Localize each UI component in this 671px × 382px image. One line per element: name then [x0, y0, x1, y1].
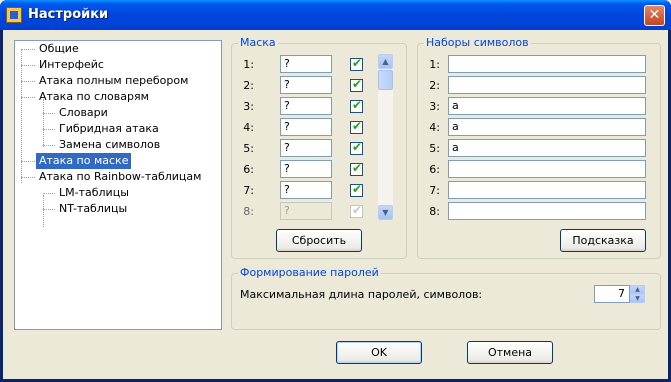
mask-row-num: 4:: [243, 121, 254, 134]
charset-row-num: 2:: [429, 79, 440, 92]
hint-button[interactable]: Подсказка: [560, 229, 646, 252]
check-icon: ✔: [352, 56, 363, 70]
tree-connector: [43, 195, 44, 227]
tree-connector: [43, 99, 44, 147]
charset-input-3[interactable]: a: [448, 97, 646, 115]
charset-input-5[interactable]: a: [448, 139, 646, 157]
tree-item-general[interactable]: Общие: [36, 41, 82, 57]
mask-checkbox-8: ✔: [350, 203, 363, 218]
max-length-input[interactable]: 7: [594, 285, 630, 303]
tree-connector: [21, 49, 22, 183]
tree-item-lm-tables[interactable]: LM-таблицы: [56, 185, 132, 201]
tree-item-rainbow-attack[interactable]: Атака по Rainbow-таблицам: [36, 169, 204, 185]
mask-row-num: 5:: [243, 142, 254, 155]
mask-input-6[interactable]: ?: [280, 160, 332, 178]
scroll-up-button[interactable]: ▲: [378, 54, 393, 69]
mask-checkbox-7[interactable]: ✔: [350, 182, 363, 197]
chevron-down-icon: ▼: [382, 208, 389, 217]
check-icon: ✔: [352, 182, 363, 196]
mask-row-num: 3:: [243, 100, 254, 113]
cancel-button[interactable]: Отмена: [467, 341, 553, 364]
mask-input-8: ?: [280, 202, 332, 220]
mask-input-2[interactable]: ?: [280, 76, 332, 94]
tree-item-nt-tables[interactable]: NT-таблицы: [56, 201, 130, 217]
tree-item-char-replace[interactable]: Замена символов: [56, 137, 163, 153]
charset-row-num: 5:: [429, 142, 440, 155]
reset-button[interactable]: Сбросить: [276, 229, 362, 252]
mask-checkbox-4[interactable]: ✔: [350, 119, 363, 134]
check-icon: ✔: [352, 203, 363, 217]
mask-checkbox-1[interactable]: ✔: [350, 56, 363, 71]
charsets-group: Наборы символов 1: 2: 3: a 4: a 5: a 6: …: [417, 36, 661, 259]
close-button[interactable]: ✕: [644, 5, 665, 26]
mask-input-7[interactable]: ?: [280, 181, 332, 199]
max-length-spinner[interactable]: ▲ ▼: [630, 285, 645, 303]
mask-scrollbar[interactable]: ▲ ▼: [378, 54, 393, 220]
charset-row-num: 6:: [429, 163, 440, 176]
check-icon: ✔: [352, 119, 363, 133]
mask-row-num: 7:: [243, 184, 254, 197]
scroll-thumb[interactable]: [378, 70, 393, 90]
charset-row-num: 7:: [429, 184, 440, 197]
close-icon: ✕: [648, 7, 661, 23]
charset-row-num: 4:: [429, 121, 440, 134]
mask-row-num: 6:: [243, 163, 254, 176]
ok-button[interactable]: OK: [336, 341, 422, 364]
mask-input-4[interactable]: ?: [280, 118, 332, 136]
chevron-up-icon: ▲: [382, 57, 389, 66]
dialog-body: Общие Интерфейс Атака полным перебором А…: [3, 30, 668, 379]
mask-row-num: 2:: [243, 79, 254, 92]
settings-tree[interactable]: Общие Интерфейс Атака полным перебором А…: [14, 40, 222, 330]
tree-item-dictionary-attack[interactable]: Атака по словарям: [36, 89, 152, 105]
tree-item-dictionaries[interactable]: Словари: [56, 105, 111, 121]
settings-window: Настройки ✕ Общие Интерфейс Атака полным…: [0, 0, 671, 382]
tree-item-interface[interactable]: Интерфейс: [36, 57, 107, 73]
tree-item-hybrid-attack[interactable]: Гибридная атака: [56, 121, 162, 137]
mask-checkbox-3[interactable]: ✔: [350, 98, 363, 113]
mask-input-3[interactable]: ?: [280, 97, 332, 115]
charset-input-6[interactable]: [448, 160, 646, 178]
mask-input-1[interactable]: ?: [280, 55, 332, 73]
max-length-label: Максимальная длина паролей, символов:: [240, 288, 483, 301]
mask-row-num: 8:: [243, 205, 254, 218]
charset-input-1[interactable]: [448, 55, 646, 73]
tree-item-mask-attack[interactable]: Атака по маске: [36, 153, 132, 169]
settings-app-icon: [6, 7, 22, 23]
mask-checkbox-5[interactable]: ✔: [350, 140, 363, 155]
mask-group-title: Маска: [238, 36, 278, 49]
scroll-down-button[interactable]: ▼: [378, 205, 393, 220]
spin-down-icon[interactable]: ▼: [630, 294, 645, 303]
charset-input-8[interactable]: [448, 202, 646, 220]
check-icon: ✔: [352, 77, 363, 91]
tree-item-brute-force[interactable]: Атака полным перебором: [36, 73, 191, 89]
charset-row-num: 3:: [429, 100, 440, 113]
charset-row-num: 1:: [429, 58, 440, 71]
charsets-group-title: Наборы символов: [424, 36, 531, 49]
mask-group: Маска 1: ? ✔ 2: ? ✔ 3: ? ✔ 4: ? ✔ 5: ? ✔…: [231, 36, 407, 259]
charset-input-4[interactable]: a: [448, 118, 646, 136]
charset-input-2[interactable]: [448, 76, 646, 94]
charset-row-num: 8:: [429, 205, 440, 218]
charset-input-7[interactable]: [448, 181, 646, 199]
check-icon: ✔: [352, 161, 363, 175]
check-icon: ✔: [352, 98, 363, 112]
password-formation-group: Формирование паролей Максимальная длина …: [231, 266, 661, 330]
mask-input-5[interactable]: ?: [280, 139, 332, 157]
mask-checkbox-2[interactable]: ✔: [350, 77, 363, 92]
window-title: Настройки: [28, 7, 109, 22]
mask-checkbox-6[interactable]: ✔: [350, 161, 363, 176]
spin-up-icon[interactable]: ▲: [630, 285, 645, 294]
mask-row-num: 1:: [243, 58, 254, 71]
check-icon: ✔: [352, 140, 363, 154]
title-bar[interactable]: Настройки ✕: [0, 0, 671, 30]
password-group-title: Формирование паролей: [238, 266, 381, 279]
